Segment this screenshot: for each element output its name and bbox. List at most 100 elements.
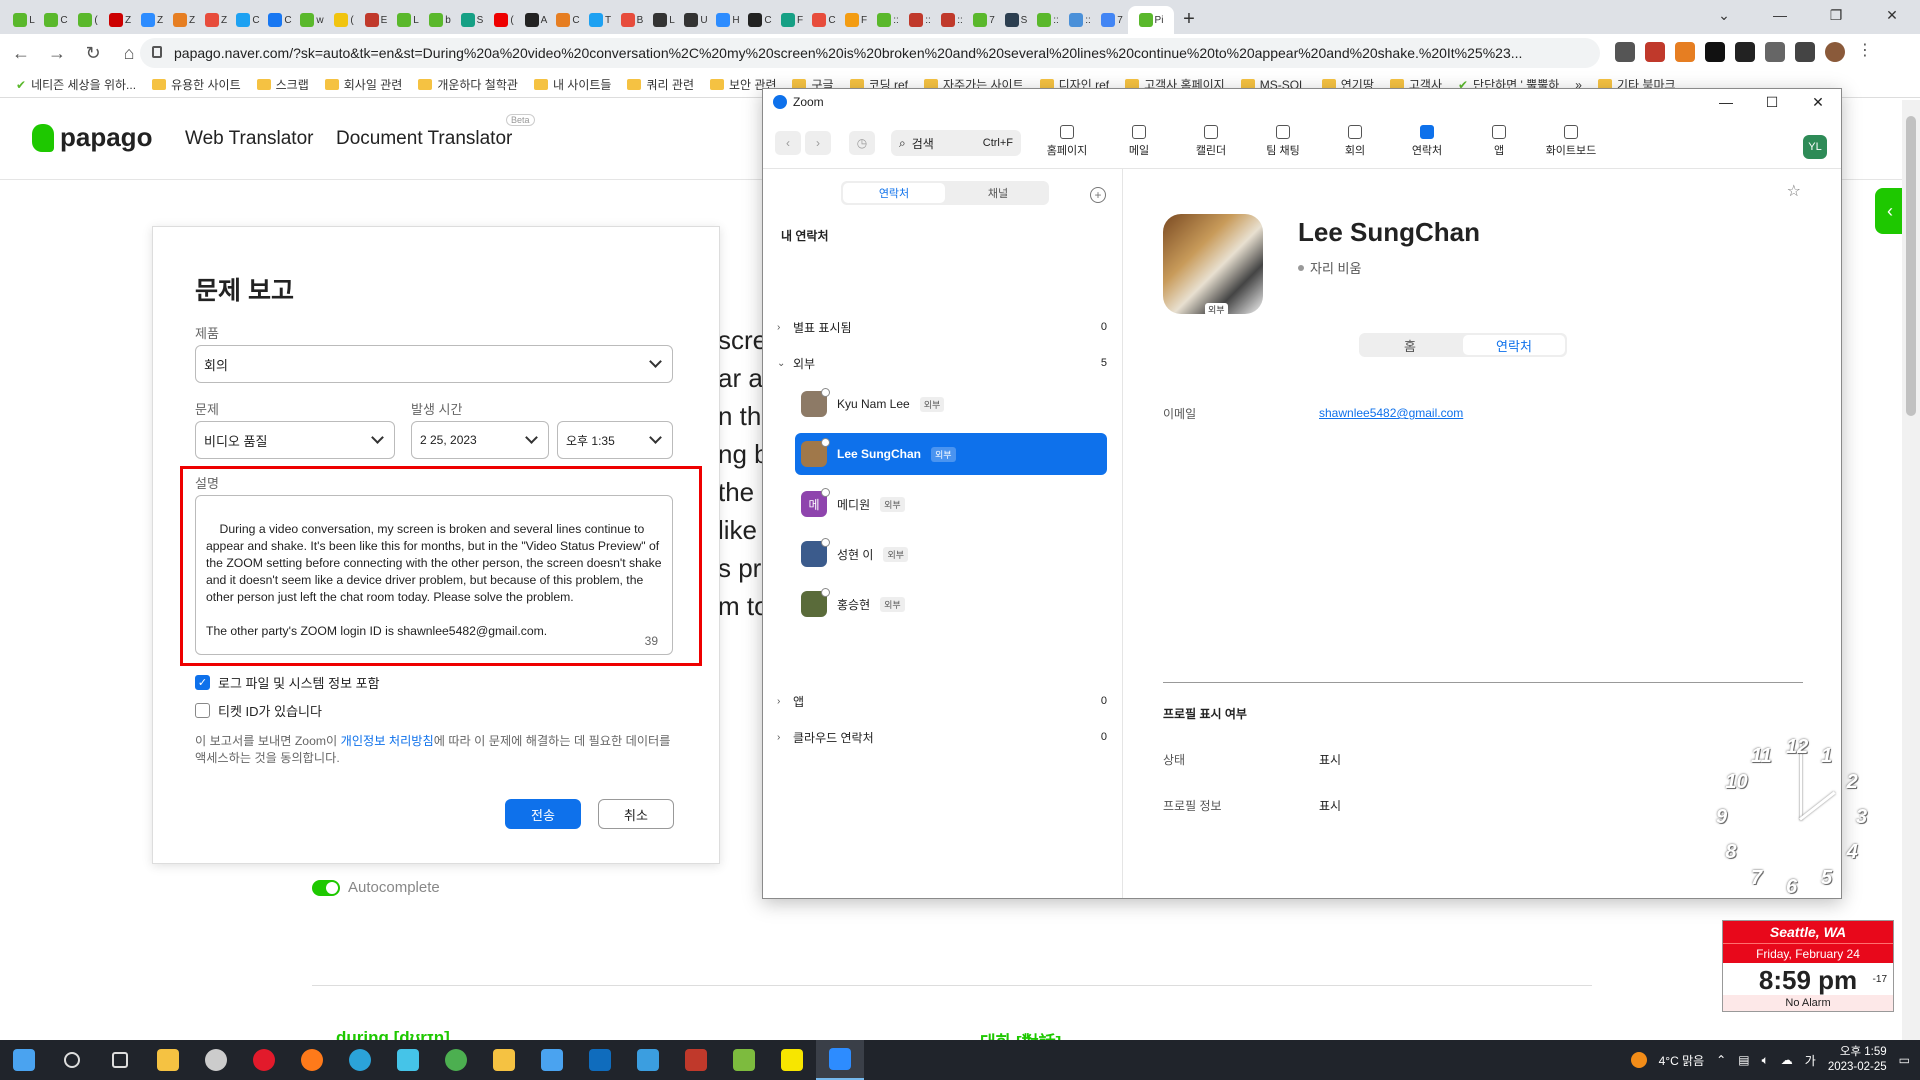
browser-tab[interactable]: E xyxy=(360,6,392,34)
browser-tab[interactable]: :: xyxy=(1064,6,1096,34)
extension-icon[interactable] xyxy=(1705,42,1725,62)
browser-tab[interactable]: F xyxy=(776,6,808,34)
notification-icon[interactable]: ▭ xyxy=(1899,1053,1910,1067)
tab-channels[interactable]: 채널 xyxy=(947,181,1049,205)
browser-tab[interactable]: Z xyxy=(200,6,232,34)
toolbar-home[interactable]: 홈페이지 xyxy=(1038,125,1096,158)
tab-contacts[interactable]: 연락처 xyxy=(843,183,945,203)
browser-tab[interactable]: L xyxy=(392,6,424,34)
taskbar-opera[interactable] xyxy=(240,1040,288,1080)
group-starred[interactable]: › 별표 표시됨 0 xyxy=(777,317,1107,337)
network-icon[interactable]: ▤ xyxy=(1738,1053,1749,1067)
back-button[interactable]: ← xyxy=(6,38,36,68)
browser-tab[interactable]: C xyxy=(552,6,584,34)
toolbar-calendar[interactable]: 캘린더 xyxy=(1182,125,1240,158)
browser-tab[interactable]: C xyxy=(40,6,72,34)
tab-home[interactable]: 홈 xyxy=(1359,333,1461,357)
extension-icon[interactable] xyxy=(1615,42,1635,62)
browser-tab[interactable]: Z xyxy=(168,6,200,34)
taskbar-bird[interactable] xyxy=(384,1040,432,1080)
group-cloud[interactable]: › 클라우드 연락처 0 xyxy=(777,727,1107,747)
add-contact-icon[interactable]: + xyxy=(1090,187,1106,203)
chevron-up-icon[interactable]: ⌃ xyxy=(1716,1053,1726,1067)
browser-tab[interactable]: :: xyxy=(872,6,904,34)
sidebar-icon[interactable] xyxy=(1795,42,1815,62)
browser-tab[interactable]: b xyxy=(424,6,456,34)
browser-tab[interactable]: Pi xyxy=(1128,6,1174,34)
profile-avatar[interactable] xyxy=(1825,42,1845,62)
nav-web-translator[interactable]: Web Translator xyxy=(185,128,313,150)
autocomplete-toggle[interactable]: Autocomplete xyxy=(312,879,440,896)
contact-item[interactable]: 성현 이 외부 xyxy=(795,533,1107,575)
bookmark-item[interactable]: ✔ 네티즌 세상을 위하... xyxy=(16,76,136,93)
reload-button[interactable]: ↻ xyxy=(78,38,108,68)
browser-tab[interactable]: U xyxy=(680,6,712,34)
history-icon[interactable]: ◷ xyxy=(849,131,875,155)
contact-item[interactable]: Kyu Nam Lee 외부 xyxy=(795,383,1107,425)
browser-tab[interactable]: T xyxy=(584,6,616,34)
browser-tab[interactable]: Z xyxy=(136,6,168,34)
group-apps[interactable]: › 앱 0 xyxy=(777,691,1107,711)
checkbox-box[interactable] xyxy=(195,703,210,718)
bookmark-item[interactable]: 개운하다 철학관 xyxy=(418,76,518,93)
browser-tab[interactable]: :: xyxy=(936,6,968,34)
browser-tab[interactable]: L xyxy=(648,6,680,34)
browser-tab[interactable]: H xyxy=(712,6,744,34)
browser-tab[interactable]: Z xyxy=(104,6,136,34)
taskbar-outlook[interactable] xyxy=(576,1040,624,1080)
browser-tab[interactable]: F xyxy=(840,6,872,34)
papago-logo[interactable]: papago xyxy=(32,122,152,153)
page-scrollbar[interactable] xyxy=(1902,100,1920,1040)
send-button[interactable]: 전송 xyxy=(505,799,581,829)
extension-icon[interactable] xyxy=(1675,42,1695,62)
browser-tab[interactable]: 7 xyxy=(968,6,1000,34)
browser-tab[interactable]: :: xyxy=(1032,6,1064,34)
bookmark-item[interactable]: 쿼리 관련 xyxy=(627,76,694,93)
browser-tab[interactable]: ( xyxy=(72,6,104,34)
zoom-user-avatar[interactable]: YL xyxy=(1803,135,1827,159)
browser-tab[interactable]: ( xyxy=(328,6,360,34)
minimize-button[interactable]: — xyxy=(1703,89,1749,115)
close-button[interactable]: ✕ xyxy=(1795,89,1841,115)
browser-tab[interactable]: S xyxy=(456,6,488,34)
taskbar-firefox[interactable] xyxy=(288,1040,336,1080)
nav-document-translator[interactable]: Document Translator xyxy=(336,128,512,150)
privacy-policy-link[interactable]: 개인정보 처리방침 xyxy=(341,734,434,748)
date-select[interactable]: 2 25, 2023 xyxy=(411,421,549,459)
email-link[interactable]: shawnlee5482@gmail.com xyxy=(1319,406,1463,420)
taskbar-explorer[interactable] xyxy=(480,1040,528,1080)
toolbar-apps[interactable]: 앱 xyxy=(1470,125,1528,158)
taskbar-store[interactable] xyxy=(528,1040,576,1080)
star-icon[interactable]: ☆ xyxy=(1787,181,1801,201)
taskbar-mail[interactable] xyxy=(624,1040,672,1080)
taskbar-search[interactable] xyxy=(48,1040,96,1080)
close-button[interactable]: ✕ xyxy=(1864,0,1920,30)
group-external[interactable]: ⌄ 외부 5 xyxy=(777,353,1107,373)
taskbar-kakaotalk[interactable] xyxy=(768,1040,816,1080)
extension-icon[interactable] xyxy=(1735,42,1755,62)
taskbar-edge[interactable] xyxy=(336,1040,384,1080)
zoom-search[interactable]: ⌕ 검색 Ctrl+F xyxy=(891,130,1021,156)
tab-contact-info[interactable]: 연락처 xyxy=(1463,335,1565,355)
issue-select[interactable]: 비디오 품질 xyxy=(195,421,395,459)
browser-tab[interactable]: :: xyxy=(904,6,936,34)
taskbar-chrome[interactable] xyxy=(432,1040,480,1080)
scrollbar-thumb[interactable] xyxy=(1906,116,1916,416)
browser-tab[interactable]: L xyxy=(8,6,40,34)
browser-tab[interactable]: w xyxy=(296,6,328,34)
minimize-button[interactable]: — xyxy=(1752,0,1808,30)
side-panel-tab[interactable]: ‹ xyxy=(1875,188,1905,234)
browser-tab[interactable]: C xyxy=(744,6,776,34)
back-arrow-icon[interactable]: ‹ xyxy=(775,131,801,155)
toolbar-mail[interactable]: 메일 xyxy=(1110,125,1168,158)
browser-tab[interactable]: B xyxy=(616,6,648,34)
checkmark-icon[interactable]: ✓ xyxy=(195,675,210,690)
tray-clock[interactable]: 오후 1:59 2023-02-25 xyxy=(1828,1045,1887,1075)
maximize-button[interactable]: ☐ xyxy=(1749,89,1795,115)
time-select[interactable]: 오후 1:35 xyxy=(557,421,673,459)
ticket-id-checkbox[interactable]: 티켓 ID가 있습니다 xyxy=(195,701,322,720)
new-tab-button[interactable]: + xyxy=(1174,5,1204,33)
toggle-switch[interactable] xyxy=(312,879,340,896)
contact-item[interactable]: 홍승현 외부 xyxy=(795,583,1107,625)
browser-tab[interactable]: S xyxy=(1000,6,1032,34)
